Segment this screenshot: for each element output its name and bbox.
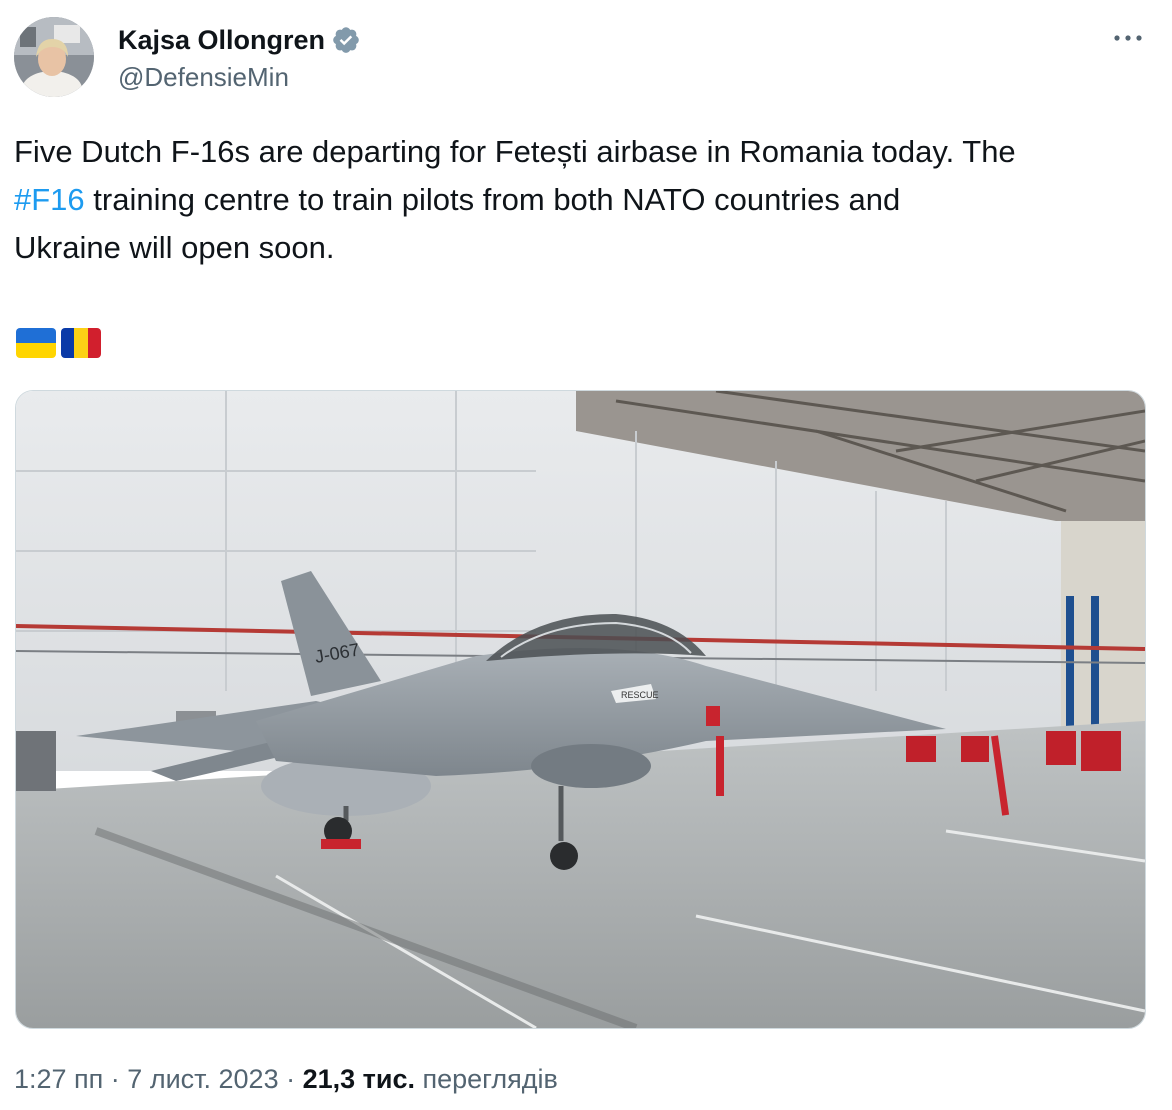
tweet-line-3: Ukraine will open soon. xyxy=(14,230,335,265)
verified-badge-icon xyxy=(333,27,359,53)
tweet-date[interactable]: 7 лист. 2023 xyxy=(127,1064,278,1094)
author-name[interactable]: Kajsa Ollongren xyxy=(118,25,325,56)
tweet-time[interactable]: 1:27 пп xyxy=(14,1064,103,1094)
meta-separator: · xyxy=(103,1064,128,1094)
tweet-media-photo[interactable]: J-067 RESCUE xyxy=(15,390,1146,1029)
author-handle[interactable]: @DefensieMin xyxy=(118,62,289,93)
tweet-meta: 1:27 пп · 7 лист. 2023 · 21,3 тис. перег… xyxy=(14,1064,558,1095)
hashtag-link[interactable]: #F16 xyxy=(14,182,85,217)
tweet-line-2-text: training centre to train pilots from bot… xyxy=(84,182,901,217)
romania-flag-icon xyxy=(61,328,101,358)
tweet-line-1: Five Dutch F-16s are departing for Feteș… xyxy=(14,134,1016,169)
ukraine-flag-icon xyxy=(16,328,56,358)
author-avatar[interactable] xyxy=(14,17,94,97)
meta-separator-2: · xyxy=(278,1064,303,1094)
avatar-photo xyxy=(14,17,94,97)
flag-emojis xyxy=(16,328,101,358)
author-name-row[interactable]: Kajsa Ollongren xyxy=(118,22,361,58)
more-dots-icon xyxy=(1114,35,1142,41)
more-options-button[interactable] xyxy=(1112,22,1144,54)
rescue-marking: RESCUE xyxy=(621,690,659,700)
tweet-line-2: #F16 training centre to train pilots fro… xyxy=(14,176,1144,224)
views-count: 21,3 тис. xyxy=(302,1064,415,1094)
views-label: переглядів xyxy=(414,1064,558,1094)
tweet-text: Five Dutch F-16s are departing for Feteș… xyxy=(14,128,1144,272)
f16-hangar-image: J-067 RESCUE xyxy=(16,391,1145,1028)
